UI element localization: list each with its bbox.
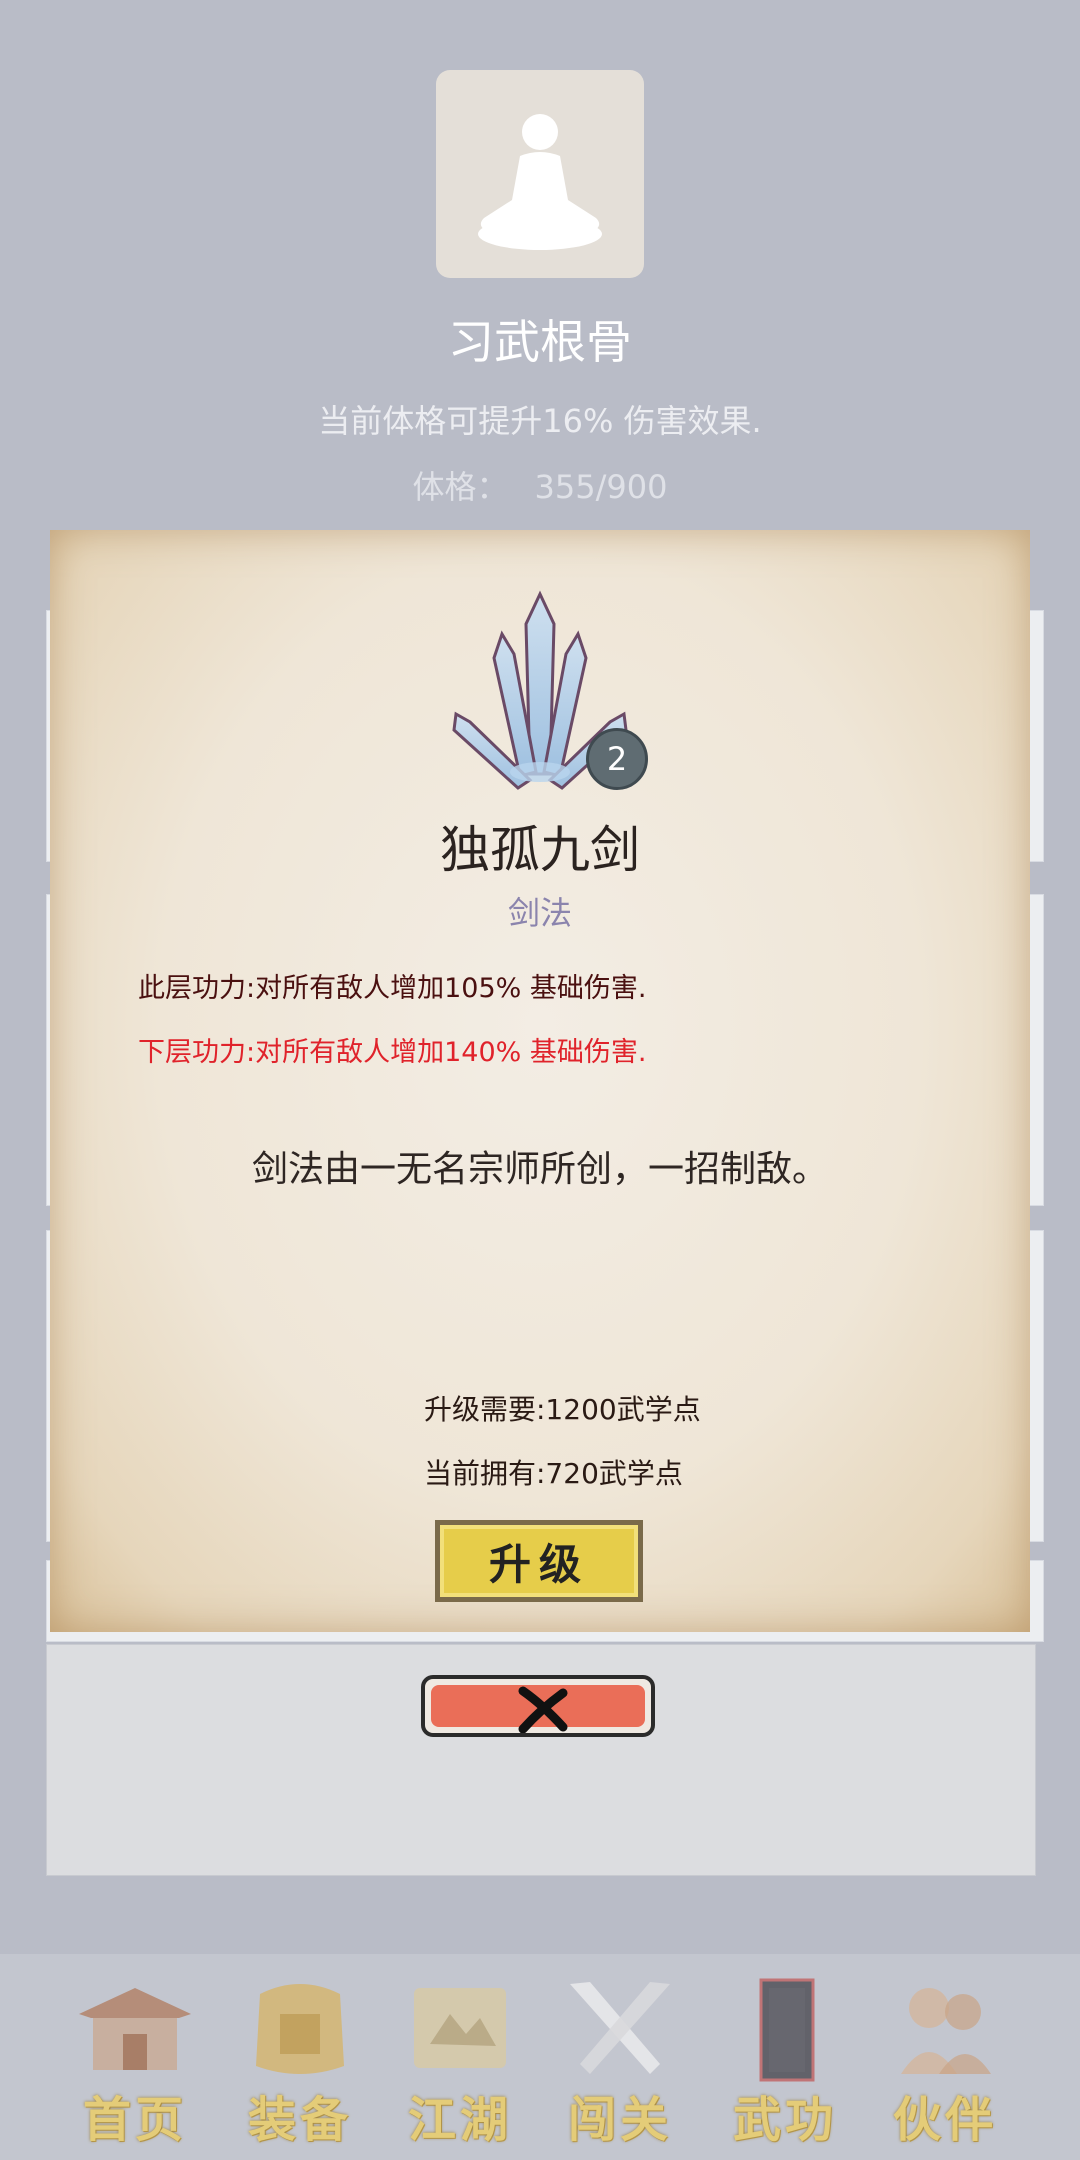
skill-type: 剑法 [507,894,572,932]
nav-item-home[interactable]: 首页 [50,1974,220,2148]
temple-icon [79,1988,191,2070]
close-icon [518,1686,568,1733]
bottom-navigation: 首页 装备 江湖 闯关 武功 伙伴 [0,1954,1080,2160]
stat-label: 体格： [412,468,509,506]
nav-item-jianghu[interactable]: 江湖 [375,1974,545,2148]
nav-item-partners[interactable]: 伙伴 [860,1974,1030,2148]
nav-label-partners: 伙伴 [892,2092,997,2148]
skill-name: 独孤九剑 [440,821,640,879]
skill-flavor-text: 剑法由一无名宗师所创，一招制敌。 [251,1149,828,1190]
nav-item-martial-arts[interactable]: 武功 [700,1974,870,2148]
nav-label-martial-arts: 武功 [732,2092,837,2148]
upgrade-button-label: 升级 [488,1539,589,1589]
nav-item-equipment[interactable]: 装备 [215,1974,385,2148]
meditation-avatar [436,70,644,278]
constitution-stat: 体格： 355/900 [0,462,1080,508]
book-icon [759,1978,815,2082]
upgrade-button[interactable]: 升级 [435,1520,643,1602]
header-description: 当前体格可提升16% 伤害效果. [318,402,762,440]
page-title: 习武根骨 [448,315,632,369]
scroll-map-icon [414,1988,506,2068]
meditation-icon [478,114,602,250]
crossed-swords-icon [570,1982,670,2074]
next-level-effect: 下层功力:对所有敌人增加140% 基础伤害. [138,1037,647,1068]
nav-label-equipment: 装备 [247,2092,352,2148]
current-level-effect: 此层功力:对所有敌人增加105% 基础伤害. [138,973,647,1004]
upgrade-cost: 升级需要:1200武学点 [424,1393,701,1426]
skill-level-badge: 2 [586,728,648,790]
close-button[interactable] [421,1675,655,1737]
nav-label-home: 首页 [82,2092,187,2148]
modal-footer [46,1644,1036,1876]
current-points: 当前拥有:720武学点 [424,1457,683,1490]
partners-icon [901,1988,991,2074]
nav-item-challenge[interactable]: 闯关 [535,1974,705,2148]
nav-label-jianghu: 江湖 [407,2092,512,2148]
skill-detail-modal: 2 独孤九剑 剑法 此层功力:对所有敌人增加105% 基础伤害. 下层功力:对所… [50,530,1030,1632]
nav-label-challenge: 闯关 [567,2092,672,2148]
armor-icon [256,1984,344,2074]
stat-value: 355/900 [534,468,668,506]
